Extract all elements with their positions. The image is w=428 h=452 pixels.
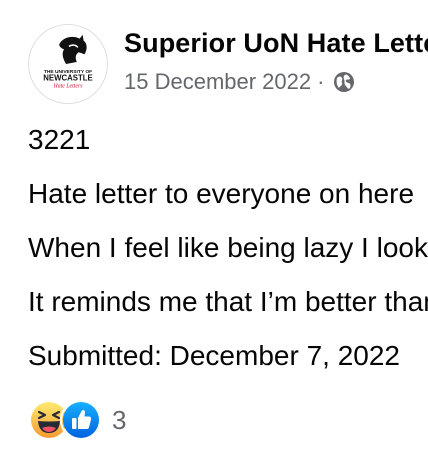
post-line-1: Hate letter to everyone on here (28, 178, 415, 209)
avatar-line2: NEWCASTLE (43, 74, 92, 83)
horse-logo-icon (59, 34, 87, 64)
post-body: 3221 Hate letter to everyone on here Whe… (28, 120, 428, 390)
reaction-count[interactable]: 3 (112, 405, 126, 436)
like-icon (60, 399, 102, 441)
post-header: THE UNIVERSITY OF NEWCASTLE Hate Letters… (28, 24, 428, 104)
post-line-2: When I feel like being lazy I look (28, 232, 428, 263)
post-line-id: 3221 (28, 124, 91, 155)
post-line-submitted: Submitted: December 7, 2022 (28, 340, 400, 371)
post-meta: 15 December 2022 · (124, 68, 356, 96)
post-line-3: It reminds me that I’m better than (28, 286, 428, 317)
page-avatar[interactable]: THE UNIVERSITY OF NEWCASTLE Hate Letters (28, 24, 108, 104)
globe-icon[interactable] (332, 70, 356, 94)
post-date[interactable]: 15 December 2022 (124, 69, 311, 95)
reactions-bar[interactable]: 3 (28, 399, 126, 441)
page-name-link[interactable]: Superior UoN Hate Letters (124, 28, 428, 59)
meta-separator: · (317, 69, 325, 94)
avatar-line3: Hate Letters (52, 83, 83, 89)
post-card: THE UNIVERSITY OF NEWCASTLE Hate Letters… (0, 0, 428, 452)
